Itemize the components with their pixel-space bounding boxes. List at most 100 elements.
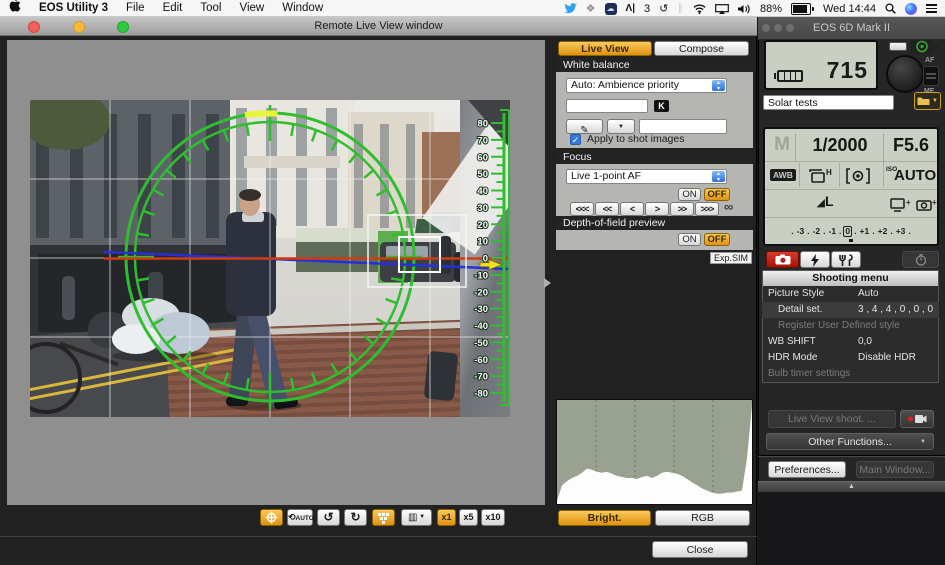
tab-compose[interactable]: Compose xyxy=(654,41,749,56)
focus-on-button[interactable]: ON xyxy=(678,188,701,201)
histogram-panel xyxy=(556,399,753,505)
folder-button[interactable]: ▼ xyxy=(914,92,941,110)
app-icon[interactable]: Λ| xyxy=(626,3,635,14)
other-functions-button[interactable]: Other Functions...▼ xyxy=(766,433,934,450)
menu-file[interactable]: File xyxy=(117,0,154,17)
twitter-icon[interactable] xyxy=(564,3,577,14)
shoot-mode[interactable]: M xyxy=(770,134,794,158)
main-window-button[interactable]: Main Window... xyxy=(856,461,934,478)
rotate-right-button[interactable]: ↻ xyxy=(344,509,367,526)
timer-icon xyxy=(915,254,927,266)
stepper-icon[interactable]: ▲▼ xyxy=(712,80,725,91)
menu-row-bulb-timer[interactable]: Bulb timer settings xyxy=(762,366,939,382)
notification-center-icon[interactable] xyxy=(926,4,937,13)
apply-checkbox[interactable]: ✓ xyxy=(570,134,581,145)
white-balance-select[interactable]: Auto: Ambience priority▲▼ xyxy=(566,78,727,93)
spotlight-icon[interactable] xyxy=(885,3,896,14)
af-grid-icon xyxy=(377,512,390,524)
time-machine-icon[interactable]: ↺ xyxy=(659,2,668,15)
menu-tool[interactable]: Tool xyxy=(191,0,230,17)
level-display-button[interactable] xyxy=(260,509,283,526)
aperture[interactable]: F5.6 xyxy=(885,135,937,156)
menu-view[interactable]: View xyxy=(231,0,274,17)
app-menu[interactable]: EOS Utility 3 xyxy=(30,0,117,17)
af-point-display-button[interactable] xyxy=(372,509,395,526)
camera-zoom-traffic-light[interactable] xyxy=(786,24,794,32)
menu-window[interactable]: Window xyxy=(273,0,332,17)
dof-off-button[interactable]: OFF xyxy=(704,233,730,246)
panel-expand-handle[interactable] xyxy=(544,278,551,288)
kelvin-input[interactable] xyxy=(566,99,648,113)
wifi-icon[interactable] xyxy=(693,4,706,14)
timer-button[interactable] xyxy=(902,251,939,268)
metering-mode-icon[interactable] xyxy=(845,166,871,186)
menu-row-hdr-mode[interactable]: HDR ModeDisable HDR xyxy=(762,350,939,366)
exposure-mark: +1 xyxy=(859,226,871,236)
tab-setup[interactable] xyxy=(831,251,861,268)
zoom-traffic-light[interactable] xyxy=(117,21,129,33)
zoom-x10-button[interactable]: x10 xyxy=(481,509,505,526)
af-mf-switch[interactable] xyxy=(923,66,939,86)
destination-folder-field[interactable]: Solar tests xyxy=(763,95,894,110)
tab-shooting[interactable] xyxy=(766,251,799,268)
exposure-compensation-scale[interactable]: .-3.-2.-1.0.+1.+2.+3. xyxy=(767,223,935,239)
close-button[interactable]: Close xyxy=(652,541,748,558)
preferences-button[interactable]: Preferences... xyxy=(768,461,846,478)
quality-icon: ◢ xyxy=(816,197,824,209)
bluetooth-icon[interactable]: ᛒ xyxy=(677,3,684,15)
zoom-x5-button[interactable]: x5 xyxy=(459,509,478,526)
crosshair-icon xyxy=(265,511,278,524)
grid-select-button[interactable]: ▥ ▼ xyxy=(401,509,432,526)
live-view-photo[interactable] xyxy=(30,100,510,417)
volume-icon[interactable] xyxy=(738,4,751,14)
top-button[interactable] xyxy=(889,42,907,51)
siri-icon[interactable] xyxy=(905,3,917,15)
live-view-shoot-button[interactable]: Live View shoot. ... xyxy=(768,410,896,428)
save-destination-icon[interactable]: ++ xyxy=(889,195,937,215)
focus-step-far3[interactable]: <<< xyxy=(570,202,594,216)
menu-edit[interactable]: Edit xyxy=(154,0,192,17)
menu-row-register-style[interactable]: Register User Defined style xyxy=(762,318,939,334)
histogram-bright-button[interactable]: Bright. xyxy=(558,510,651,526)
live-view-titlebar[interactable]: Remote Live View window xyxy=(0,17,757,36)
menu-clock[interactable]: Wed 14:44 xyxy=(823,3,876,15)
camera-close-traffic-light[interactable] xyxy=(762,24,770,32)
focus-mode-select[interactable]: Live 1-point AF▲▼ xyxy=(566,169,727,184)
quick-control-dial[interactable] xyxy=(886,55,924,93)
apple-menu[interactable] xyxy=(0,0,30,18)
close-traffic-light[interactable] xyxy=(28,21,40,33)
rotate-left-button[interactable]: ↺ xyxy=(317,509,340,526)
dof-on-button[interactable]: ON xyxy=(678,233,701,246)
focus-step-far2[interactable]: << xyxy=(595,202,619,216)
collapse-strip[interactable]: ▲ xyxy=(758,481,945,492)
focus-step-near2[interactable]: >> xyxy=(670,202,694,216)
auto-rotate-button[interactable]: ⟲AUTO xyxy=(287,509,313,526)
focus-step-far1[interactable]: < xyxy=(620,202,644,216)
menu-row-wb-shift[interactable]: WB SHIFT0,0 xyxy=(762,334,939,350)
stepper-icon[interactable]: ▲▼ xyxy=(712,171,725,182)
focus-step-near1[interactable]: > xyxy=(645,202,669,216)
white-balance-badge[interactable]: AWB xyxy=(770,169,796,181)
eyedropper-button[interactable]: ✎ xyxy=(566,119,603,134)
camera-minimize-traffic-light[interactable] xyxy=(774,24,782,32)
airplay-icon[interactable] xyxy=(715,4,729,14)
wb-dropdown-button[interactable]: ▼ xyxy=(607,119,635,134)
dropbox-icon[interactable]: ❖ xyxy=(586,2,596,15)
tab-flash[interactable] xyxy=(800,251,830,268)
zoom-x1-button[interactable]: x1 xyxy=(437,509,456,526)
live-view-switch-icon[interactable] xyxy=(909,37,941,55)
wb-value-field[interactable] xyxy=(639,119,727,134)
creative-cloud-icon[interactable]: ☁ xyxy=(605,3,617,15)
photo-shape-sass-sign xyxy=(296,228,378,242)
menu-row-detail-set[interactable]: Detail set.3 , 4 , 4 , 0 , 0 , 0 xyxy=(762,302,939,318)
minimize-traffic-light[interactable] xyxy=(73,21,85,33)
histogram-rgb-button[interactable]: RGB xyxy=(655,510,750,526)
iso-block[interactable]: ISO AUTO xyxy=(885,165,937,187)
image-quality[interactable]: ◢L xyxy=(765,193,885,211)
drive-mode-icon[interactable]: H xyxy=(805,166,833,186)
tab-live-view[interactable]: Live View xyxy=(558,41,652,56)
shutter-speed[interactable]: 1/2000 xyxy=(797,135,883,156)
focus-step-near3[interactable]: >>> xyxy=(695,202,719,216)
menu-row-picture-style[interactable]: Picture StyleAuto xyxy=(762,286,939,302)
movie-mode-button[interactable] xyxy=(900,410,934,428)
